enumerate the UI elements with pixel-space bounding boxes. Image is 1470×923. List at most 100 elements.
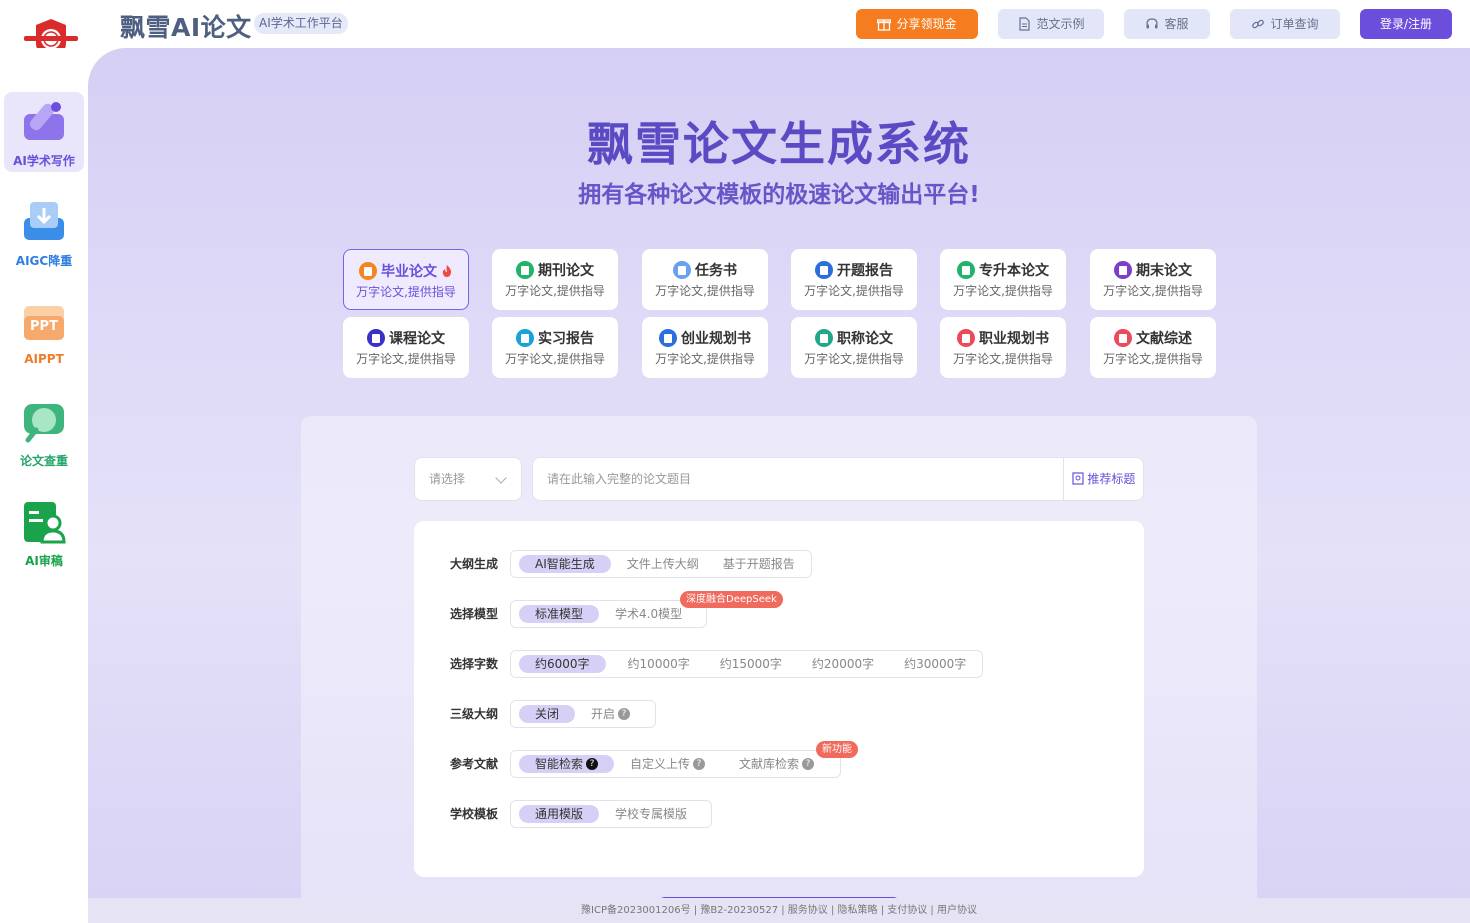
option-academic-model[interactable]: 学术4.0模型 xyxy=(607,605,690,623)
gift-icon xyxy=(877,19,892,31)
option-words-6000[interactable]: 约6000字 xyxy=(519,655,606,673)
order-query-label: 订单查询 xyxy=(1270,17,1319,31)
main-area: 飘雪论文生成系统 拥有各种论文模板的极速论文输出平台! 毕业论文 万字论文,提供… xyxy=(88,48,1470,898)
headset-icon xyxy=(1146,18,1159,29)
hero-subtitle: 拥有各种论文模板的极速论文输出平台! xyxy=(578,182,980,208)
sidebar-item-plagiarism-check[interactable]: 论文查重 xyxy=(4,392,84,472)
template-title-paper[interactable]: 职称论文 万字论文,提供指导 xyxy=(791,317,917,378)
template-internship-report[interactable]: 实习报告 万字论文,提供指导 xyxy=(492,317,618,378)
option-off[interactable]: 关闭 xyxy=(519,705,576,723)
download-tray-icon xyxy=(24,202,64,240)
template-desc: 万字论文,提供指导 xyxy=(505,284,605,298)
template-icon xyxy=(659,329,677,347)
option-library-search-label: 文献库检索 xyxy=(739,757,800,771)
template-name: 期末论文 xyxy=(1136,263,1192,279)
option-school-template[interactable]: 学校专属模版 xyxy=(607,805,695,823)
template-desc: 万字论文,提供指导 xyxy=(655,284,755,298)
template-literature-review[interactable]: 文献综述 万字论文,提供指导 xyxy=(1090,317,1216,378)
template-name: 职称论文 xyxy=(837,331,893,347)
order-query-button[interactable]: 订单查询 xyxy=(1230,9,1340,39)
row-label: 选择模型 xyxy=(450,607,499,621)
option-library-search[interactable]: 文献库检索? xyxy=(731,755,822,773)
help-icon[interactable]: ? xyxy=(586,758,599,770)
recommend-title-button[interactable]: 推荐标题 xyxy=(1063,458,1143,500)
school-segment: 通用模版 学校专属模版 xyxy=(510,800,712,828)
template-name: 毕业论文 xyxy=(381,264,437,280)
template-course-paper[interactable]: 课程论文 万字论文,提供指导 xyxy=(343,317,469,378)
new-feature-badge: 新功能 xyxy=(816,741,858,758)
document-icon xyxy=(1019,17,1031,31)
template-graduation-thesis[interactable]: 毕业论文 万字论文,提供指导 xyxy=(343,249,469,310)
template-name: 任务书 xyxy=(695,263,737,279)
ppt-icon: PPT xyxy=(24,306,64,340)
template-desc: 万字论文,提供指导 xyxy=(356,352,456,366)
row-label: 参考文献 xyxy=(450,757,499,771)
template-final-paper[interactable]: 期末论文 万字论文,提供指导 xyxy=(1090,249,1216,310)
template-desc: 万字论文,提供指导 xyxy=(655,352,755,366)
sidebar-label: AIPPT xyxy=(24,352,64,366)
row-label: 选择字数 xyxy=(450,657,499,671)
footer: 豫ICP备2023001206号 | 豫B2-20230527 | 服务协议 |… xyxy=(88,898,1470,923)
brand-title[interactable]: 飘雪AI论文 xyxy=(120,8,252,44)
template-desc: 万字论文,提供指导 xyxy=(1103,284,1203,298)
option-words-30000[interactable]: 约30000字 xyxy=(896,655,974,673)
option-smart-search-label: 智能检索 xyxy=(535,757,584,771)
share-cash-button[interactable]: 分享领现金 xyxy=(856,9,978,39)
option-on-label: 开启 xyxy=(591,707,616,721)
template-desc: 万字论文,提供指导 xyxy=(804,352,904,366)
option-words-20000[interactable]: 约20000字 xyxy=(804,655,882,673)
option-from-proposal[interactable]: 基于开题报告 xyxy=(715,555,803,573)
login-register-button[interactable]: 登录/注册 xyxy=(1360,9,1452,39)
customer-service-button[interactable]: 客服 xyxy=(1124,9,1210,39)
template-business-plan[interactable]: 创业规划书 万字论文,提供指导 xyxy=(642,317,768,378)
sidebar-label: AIGC降重 xyxy=(15,254,73,268)
option-ai-generate[interactable]: AI智能生成 xyxy=(519,555,611,573)
pen-icon xyxy=(24,102,64,140)
chevron-down-icon xyxy=(495,472,507,484)
sidebar-item-ai-review[interactable]: AI审稿 xyxy=(4,492,84,572)
template-icon xyxy=(359,262,377,280)
option-upload-outline[interactable]: 文件上传大纲 xyxy=(619,555,707,573)
template-desc: 万字论文,提供指导 xyxy=(804,284,904,298)
option-words-15000[interactable]: 约15000字 xyxy=(712,655,790,673)
category-select[interactable]: 请选择 xyxy=(414,457,522,501)
template-name: 开题报告 xyxy=(837,263,893,279)
template-upgrade-thesis[interactable]: 专升本论文 万字论文,提供指导 xyxy=(940,249,1066,310)
help-icon[interactable]: ? xyxy=(802,758,815,770)
template-icon xyxy=(1114,261,1132,279)
option-custom-upload[interactable]: 自定义上传? xyxy=(622,755,713,773)
topic-input[interactable]: 请在此输入完整的论文题目 推荐标题 xyxy=(532,457,1144,501)
option-standard-model[interactable]: 标准模型 xyxy=(519,605,600,623)
link-icon xyxy=(1252,19,1265,29)
row-label: 三级大纲 xyxy=(450,707,499,721)
brand-badge: AI学术工作平台 xyxy=(254,13,348,34)
sidebar-item-ai-writing[interactable]: AI学术写作 xyxy=(4,92,84,172)
model-segment: 标准模型 学术4.0模型 xyxy=(510,600,707,628)
sidebar: AI学术写作 AIGC降重 PPT AIPPT 论文查重 AI审稿 xyxy=(0,48,88,923)
sample-essays-label: 范文示例 xyxy=(1036,17,1085,31)
template-name: 创业规划书 xyxy=(681,331,751,347)
sidebar-item-aigc-reduce[interactable]: AIGC降重 xyxy=(4,192,84,272)
reviewer-icon xyxy=(24,502,66,544)
help-icon[interactable]: ? xyxy=(618,708,631,720)
customer-service-label: 客服 xyxy=(1164,17,1189,31)
option-words-10000[interactable]: 约10000字 xyxy=(620,655,698,673)
sidebar-item-aippt[interactable]: PPT AIPPT xyxy=(4,292,84,372)
template-name: 职业规划书 xyxy=(979,331,1049,347)
option-on[interactable]: 开启? xyxy=(583,705,638,723)
template-desc: 万字论文,提供指导 xyxy=(505,352,605,366)
help-icon[interactable]: ? xyxy=(693,758,706,770)
svg-text:PPT: PPT xyxy=(30,319,58,334)
template-icon xyxy=(1114,329,1132,347)
template-proposal-report[interactable]: 开题报告 万字论文,提供指导 xyxy=(791,249,917,310)
deepseek-badge: 深度融合DeepSeek xyxy=(680,591,783,608)
magnifier-chat-icon xyxy=(24,404,64,443)
template-journal-paper[interactable]: 期刊论文 万字论文,提供指导 xyxy=(492,249,618,310)
login-register-label: 登录/注册 xyxy=(1379,17,1433,31)
option-smart-search[interactable]: 智能检索? xyxy=(519,755,615,773)
template-career-plan[interactable]: 职业规划书 万字论文,提供指导 xyxy=(940,317,1066,378)
sample-essays-button[interactable]: 范文示例 xyxy=(998,9,1104,39)
option-generic-template[interactable]: 通用模版 xyxy=(519,805,600,823)
template-task-book[interactable]: 任务书 万字论文,提供指导 xyxy=(642,249,768,310)
template-icon xyxy=(815,261,833,279)
